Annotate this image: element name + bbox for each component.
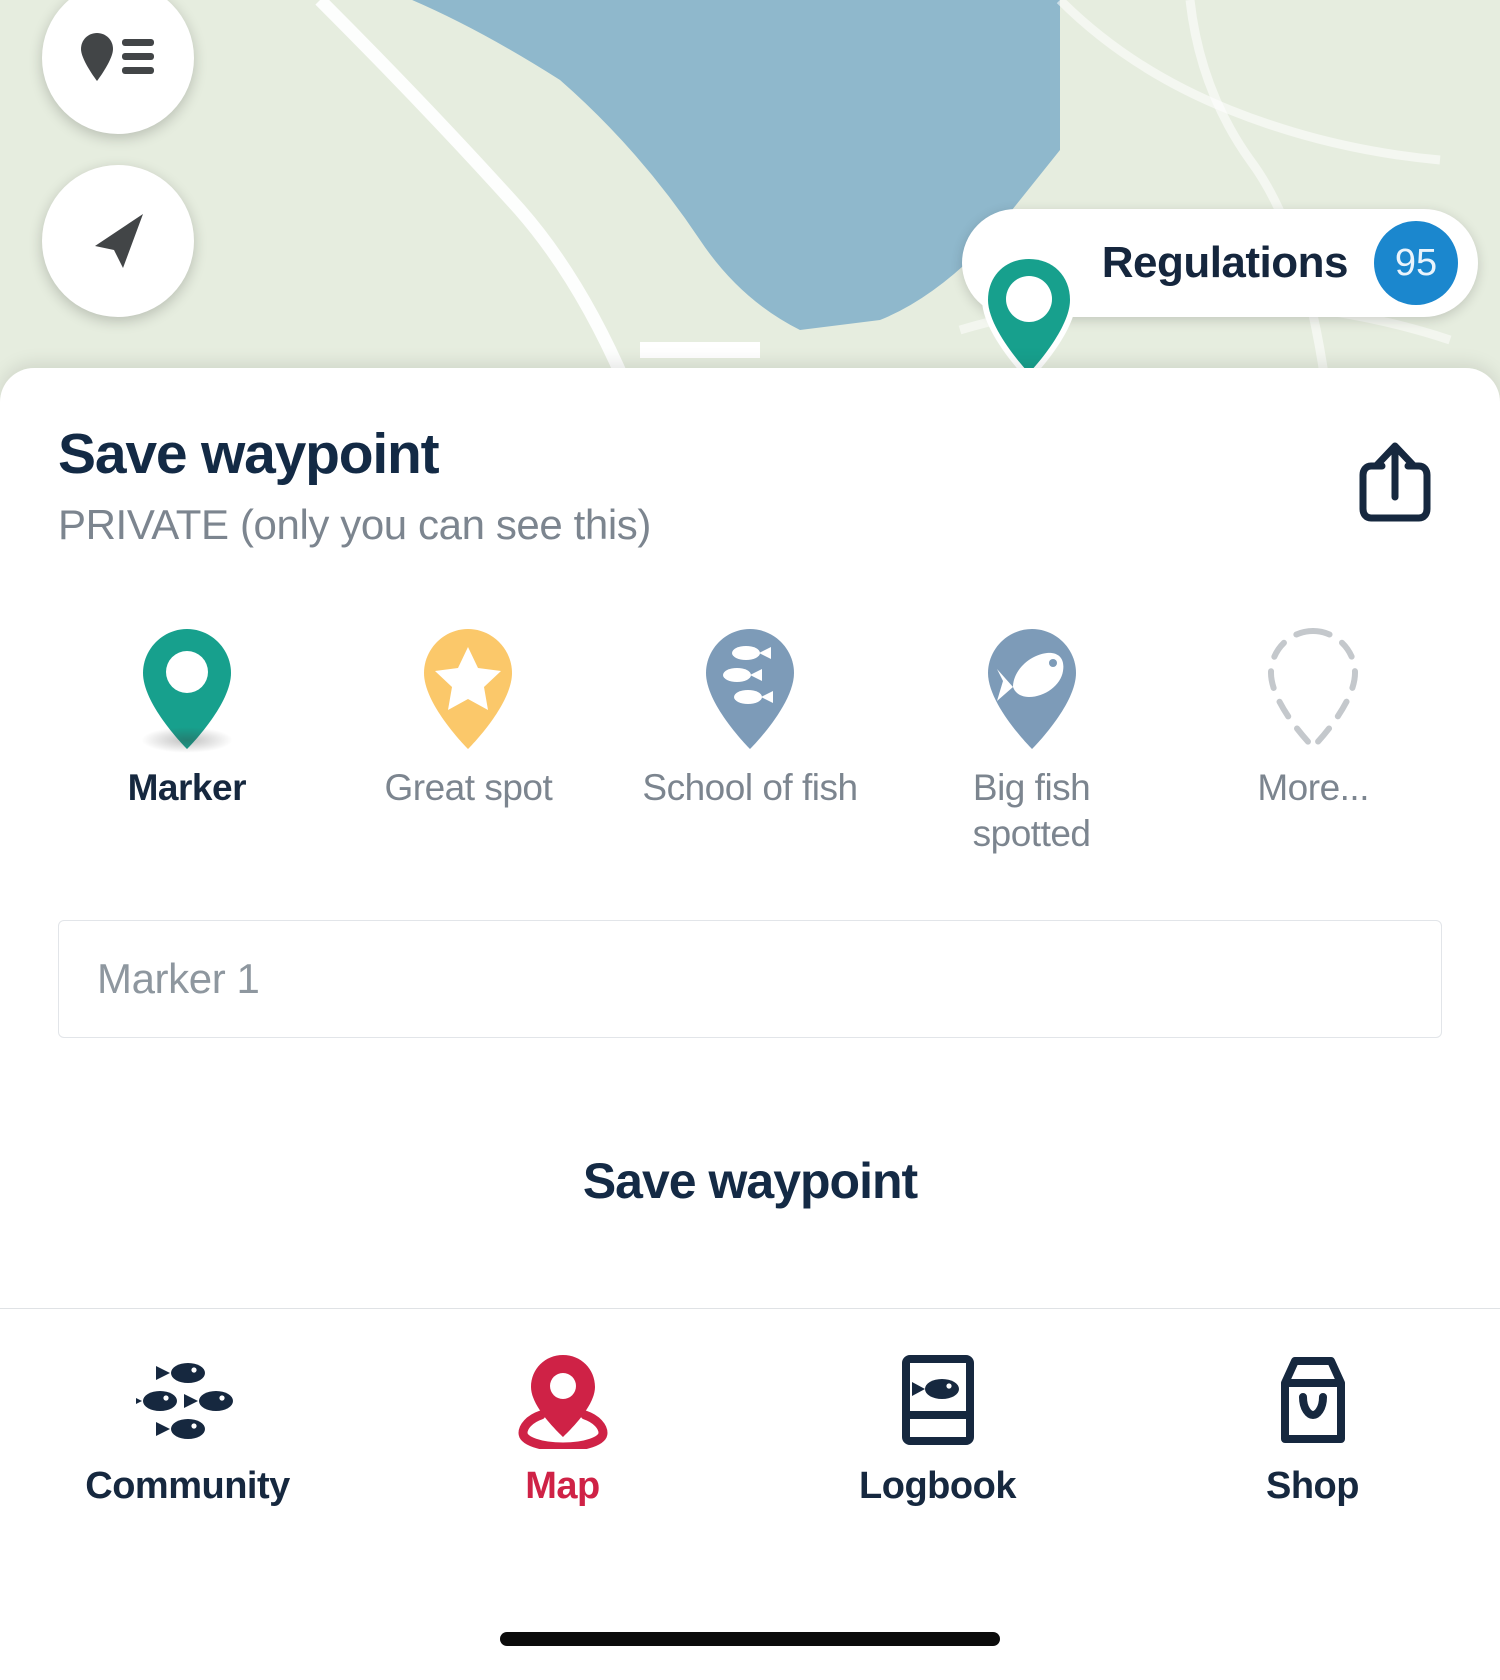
bottom-navigation-bar: Community Map Logbook Shop	[0, 1308, 1500, 1680]
nav-item-logbook[interactable]: Logbook	[750, 1353, 1125, 1680]
pin-plain-icon	[138, 625, 236, 753]
regulations-label: Regulations	[1101, 238, 1349, 287]
nav-item-map[interactable]: Map	[375, 1353, 750, 1680]
nav-label: Shop	[1266, 1465, 1359, 1507]
share-icon	[1359, 442, 1431, 522]
waypoint-type-great-spot[interactable]: Great spot	[328, 625, 610, 811]
nav-label: Community	[85, 1465, 290, 1507]
page-title: Save waypoint	[58, 422, 440, 486]
waypoint-type-label: More...	[1257, 767, 1369, 808]
waypoint-name-input[interactable]	[58, 919, 1442, 1038]
nav-label: Logbook	[859, 1465, 1016, 1507]
pin-school-fish-icon	[701, 625, 799, 749]
locate-me-button[interactable]	[42, 165, 194, 317]
waypoint-type-label: School of fish	[642, 767, 858, 808]
pin-dashed-more-icon	[1264, 625, 1362, 752]
pin-star-icon	[419, 625, 517, 749]
waypoint-type-label: Marker	[127, 767, 247, 808]
waypoint-type-picker: Marker Great spot School of fish Big fis…	[0, 625, 1500, 858]
sheet-header: Save waypoint PRIVATE (only you can see …	[0, 368, 1500, 549]
regulations-pill[interactable]: Regulations 95	[961, 209, 1478, 381]
waypoint-name-field-wrapper	[0, 919, 1500, 1038]
book-fish-icon	[892, 1353, 984, 1449]
fishing-app-screen: Regulations 95 Save waypoint PRIVATE (on…	[0, 0, 1500, 1680]
waypoint-type-label: Big fish spotted	[972, 767, 1091, 855]
save-waypoint-sheet: Save waypoint PRIVATE (only you can see …	[0, 368, 1500, 1680]
pin-big-fish-icon	[983, 625, 1081, 749]
regulations-count-badge: 95	[1374, 221, 1458, 305]
fish-cluster-icon	[135, 1353, 240, 1449]
waypoint-type-marker[interactable]: Marker	[46, 625, 328, 811]
shopping-bag-icon	[1267, 1353, 1359, 1449]
pin-list-icon	[81, 33, 154, 81]
share-button[interactable]	[1352, 436, 1438, 528]
nav-item-shop[interactable]: Shop	[1125, 1353, 1500, 1680]
map-pin-icon	[517, 1353, 609, 1449]
map-canvas[interactable]: Regulations 95	[0, 0, 1500, 420]
privacy-subtitle: PRIVATE (only you can see this)	[58, 501, 651, 548]
waypoint-type-more[interactable]: More...	[1172, 625, 1454, 811]
waypoint-type-school-of-fish[interactable]: School of fish	[609, 625, 891, 811]
nav-item-community[interactable]: Community	[0, 1353, 375, 1680]
regulations-marker-pin-icon	[981, 253, 1076, 381]
navigation-arrow-icon	[95, 214, 143, 268]
nav-label: Map	[525, 1465, 600, 1507]
pin-drop-shadow	[140, 727, 233, 753]
home-indicator	[500, 1632, 1000, 1646]
save-waypoint-button[interactable]: Save waypoint	[0, 1134, 1500, 1228]
waypoint-type-label: Great spot	[384, 767, 553, 808]
waypoint-type-big-fish-spotted[interactable]: Big fish spotted	[891, 625, 1173, 858]
